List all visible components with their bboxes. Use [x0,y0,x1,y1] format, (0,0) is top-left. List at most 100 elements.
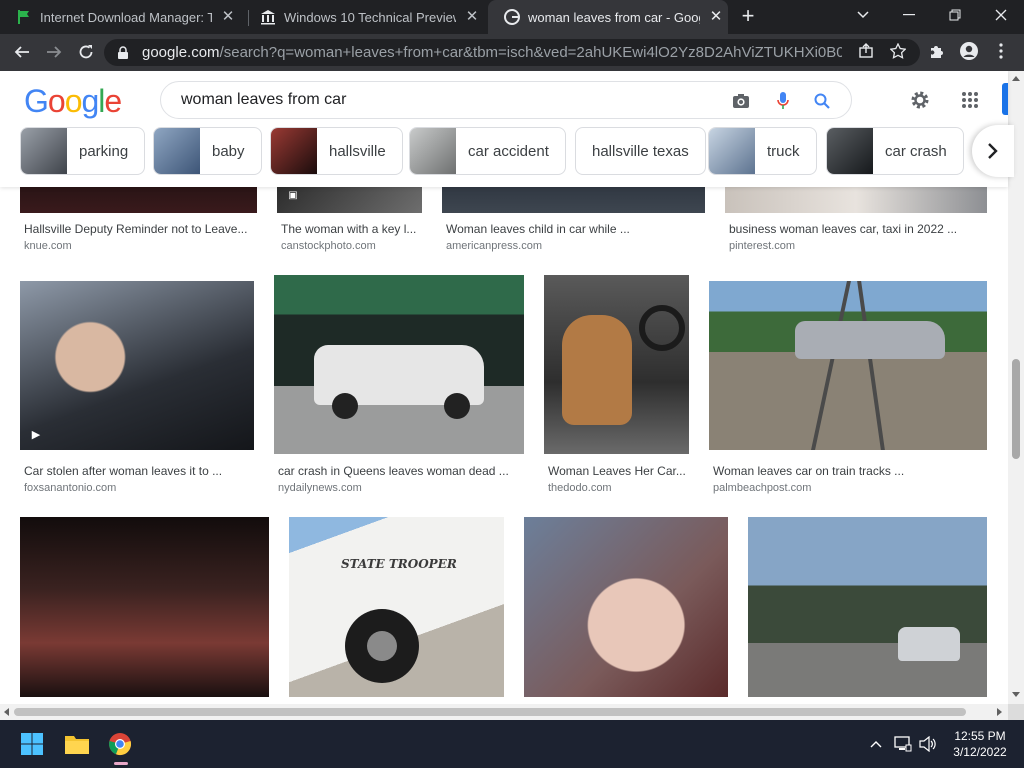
result-title[interactable]: Hallsville Deputy Reminder not to Leave.… [24,222,254,236]
taskbar-clock[interactable]: 12:55 PM 3/12/2022 [946,728,1014,760]
profile-avatar-icon[interactable] [958,40,980,62]
account-sign-in-edge[interactable] [1002,83,1008,115]
chrome-icon[interactable] [104,728,136,765]
image-result-card[interactable] [748,517,987,697]
related-search-chips: parking baby hallsville car accident hal… [20,127,1008,175]
image-result-card[interactable]: STATE TROOPER [289,517,504,697]
chip-truck[interactable]: truck [708,127,817,175]
chevron-right-icon [988,143,998,159]
result-title[interactable]: Woman Leaves Her Car... [548,464,688,478]
chip-hallsville-texas[interactable]: hallsville texas [575,127,706,175]
result-source[interactable]: palmbeachpost.com [713,482,811,494]
file-explorer-icon[interactable] [61,728,93,760]
result-title[interactable]: The woman with a key l... [281,222,421,236]
minimize-button[interactable] [886,0,932,30]
result-image[interactable] [524,517,728,697]
volume-icon[interactable] [918,734,938,754]
chip-baby[interactable]: baby [153,127,262,175]
image-text: STATE TROOPER [341,557,457,571]
chip-car-crash[interactable]: car crash [826,127,964,175]
google-g-icon [504,9,520,25]
back-button[interactable] [10,40,34,64]
chip-thumbnail [709,128,755,174]
bookmark-star-icon[interactable] [887,40,909,62]
chip-label: car crash [885,142,947,160]
new-tab-button[interactable]: + [736,5,760,29]
chip-label: hallsville texas [592,142,689,160]
tab-title: Internet Download Manager: The [40,9,212,25]
close-icon[interactable]: ✕ [220,9,236,25]
search-input[interactable]: woman leaves from car [181,91,721,109]
image-result-card[interactable] [524,517,728,697]
apps-grid-icon[interactable] [958,88,982,112]
image-result-card[interactable]: Woman leaves car on train tracks ... pal… [709,275,987,495]
scroll-right-icon[interactable] [997,708,1003,716]
flag-icon [18,10,29,24]
image-result-card[interactable]: Woman Leaves Her Car... thedodo.com [544,275,689,495]
result-image[interactable] [748,517,987,697]
close-window-button[interactable] [978,0,1024,30]
share-icon[interactable] [855,40,877,62]
forward-button[interactable] [42,40,66,64]
result-source[interactable]: thedodo.com [548,482,612,494]
search-box[interactable]: woman leaves from car [160,81,852,119]
google-logo[interactable]: Google [24,83,122,120]
clock-time: 12:55 PM [954,729,1006,743]
tray-chevron-up-icon[interactable] [866,734,886,754]
tab-search-icon[interactable] [840,0,886,30]
address-bar[interactable]: google.com/search?q=woman+leaves+from+ca… [104,39,920,66]
result-title[interactable]: Woman leaves car on train tracks ... [713,464,983,478]
result-image[interactable] [20,517,269,697]
chip-car-accident[interactable]: car accident [409,127,566,175]
tab-idm[interactable]: Internet Download Manager: The ✕ [0,0,248,34]
microphone-icon[interactable] [772,90,794,112]
tab-windows10[interactable]: Windows 10 Technical Preview E ✕ [244,0,488,34]
result-source[interactable]: nydailynews.com [278,482,362,494]
extensions-puzzle-icon[interactable] [926,40,948,62]
result-source[interactable]: knue.com [24,240,72,252]
result-title[interactable]: Woman leaves child in car while ... [446,222,701,236]
result-title[interactable]: Car stolen after woman leaves it to ... [24,464,254,478]
menu-kebab-icon[interactable] [990,40,1012,62]
result-image[interactable] [544,275,689,454]
reload-button[interactable] [74,40,98,64]
scroll-left-icon[interactable] [3,708,9,716]
result-title[interactable]: business woman leaves car, taxi in 2022 … [729,222,987,236]
result-source[interactable]: canstockphoto.com [281,240,376,252]
scroll-down-icon[interactable] [1012,692,1020,698]
network-icon[interactable] [893,734,913,754]
tab-google-images[interactable]: woman leaves from car - Google ✕ [488,0,728,34]
page-content: Hallsville Deputy Reminder not to Leave.… [0,71,1024,704]
result-image[interactable] [274,275,524,454]
settings-gear-icon[interactable] [908,88,932,112]
chip-hallsville[interactable]: hallsville [270,127,403,175]
chip-label: car accident [468,142,549,160]
restore-button[interactable] [932,0,978,30]
image-result-card[interactable]: car crash in Queens leaves woman dead ..… [274,275,524,495]
scrollbar-thumb[interactable] [1012,359,1020,459]
scrollbar-thumb[interactable] [14,708,966,716]
scroll-up-icon[interactable] [1012,75,1020,81]
camera-icon[interactable] [730,90,752,112]
result-source[interactable]: americanpress.com [446,240,542,252]
close-icon[interactable]: ✕ [708,9,724,25]
result-title[interactable]: car crash in Queens leaves woman dead ..… [278,464,518,478]
image-badge-icon: ▣ [288,189,298,201]
chip-parking[interactable]: parking [20,127,146,175]
lock-icon [118,45,128,59]
result-source[interactable]: foxsanantonio.com [24,482,116,494]
windows-start-icon[interactable] [16,728,48,760]
scrollbar-corner [1008,704,1024,720]
horizontal-scrollbar[interactable] [0,704,1008,720]
chip-thumbnail [154,128,200,174]
result-image[interactable]: STATE TROOPER [289,517,504,697]
result-source[interactable]: pinterest.com [729,240,795,252]
result-image[interactable] [709,281,987,450]
close-icon[interactable]: ✕ [464,9,480,25]
chip-label: parking [79,142,129,160]
chip-thumbnail [827,128,873,174]
search-icon[interactable] [811,90,833,112]
result-image[interactable]: ▶ [20,281,254,450]
image-result-card[interactable]: ▶ Car stolen after woman leaves it to ..… [20,275,254,495]
image-result-card[interactable] [20,517,269,697]
